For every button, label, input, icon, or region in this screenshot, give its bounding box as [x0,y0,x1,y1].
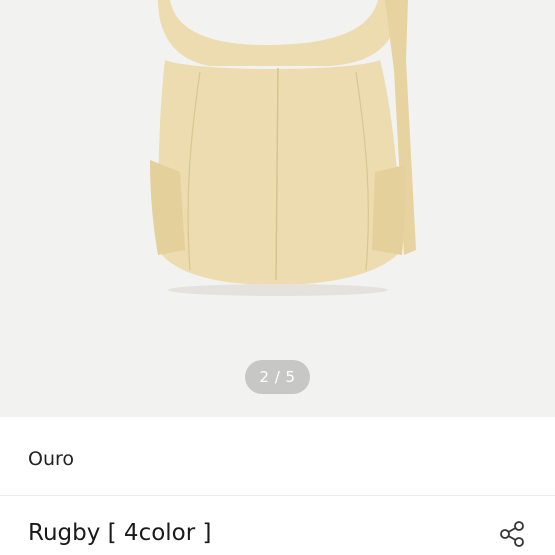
product-title: Rugby [ 4color ] [28,520,212,546]
image-pager-indicator: 2 / 5 [245,360,310,394]
brand-row[interactable]: Ouro [0,417,555,496]
product-page: 2 / 5 Ouro Rugby [ 4color ] [0,0,555,555]
share-icon [500,521,524,547]
product-photo-bag [150,0,416,296]
title-row: Rugby [ 4color ] [0,496,555,555]
share-button[interactable] [496,518,528,550]
brand-name[interactable]: Ouro [28,448,74,470]
product-image-gallery[interactable]: 2 / 5 [0,0,555,417]
